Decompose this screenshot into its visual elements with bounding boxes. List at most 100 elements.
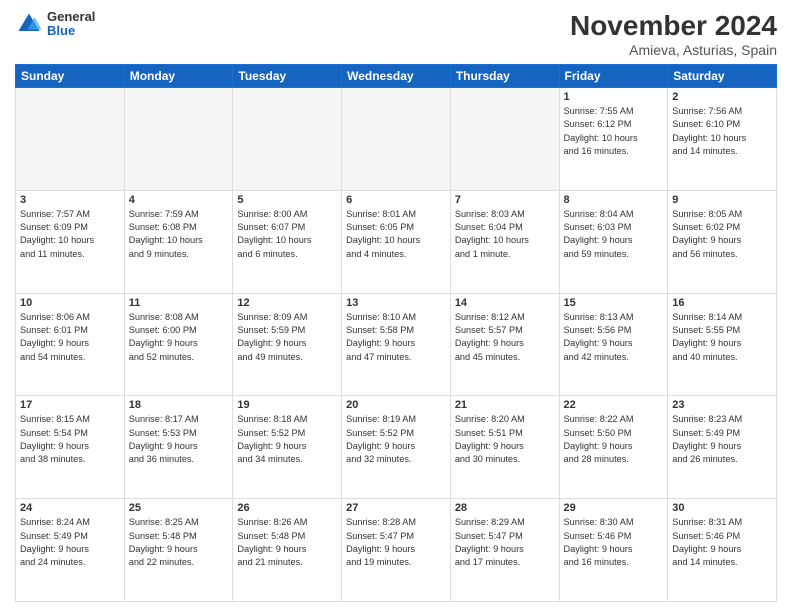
day-number: 15 xyxy=(564,297,664,309)
day-info: Sunrise: 7:55 AMSunset: 6:12 PMDaylight:… xyxy=(564,105,664,158)
day-number: 30 xyxy=(672,502,772,514)
day-info: Sunrise: 8:22 AMSunset: 5:50 PMDaylight:… xyxy=(564,413,664,466)
calendar-cell: 12 Sunrise: 8:09 AMSunset: 5:59 PMDayligh… xyxy=(233,293,342,396)
month-title: November 2024 xyxy=(570,10,777,42)
calendar-cell: 28Sunrise: 8:29 AMSunset: 5:47 PMDayligh… xyxy=(450,499,559,602)
day-number: 23 xyxy=(672,399,772,411)
calendar-table: SundayMondayTuesdayWednesdayThursdayFrid… xyxy=(15,64,777,602)
day-number: 17 xyxy=(20,399,120,411)
day-number: 6 xyxy=(346,194,446,206)
calendar-cell: 15 Sunrise: 8:13 AMSunset: 5:56 PMDayligh… xyxy=(559,293,668,396)
calendar-cell: 21 Sunrise: 8:20 AMSunset: 5:51 PMDayligh… xyxy=(450,396,559,499)
calendar-header-row: SundayMondayTuesdayWednesdayThursdayFrid… xyxy=(16,65,777,88)
calendar-week-3: 17 Sunrise: 8:15 AMSunset: 5:54 PMDayligh… xyxy=(16,396,777,499)
weekday-header-tuesday: Tuesday xyxy=(233,65,342,88)
day-number: 10 xyxy=(20,297,120,309)
day-info: Sunrise: 8:09 AMSunset: 5:59 PMDaylight:… xyxy=(237,311,337,364)
calendar-cell: 9Sunrise: 8:05 AMSunset: 6:02 PMDaylight… xyxy=(668,190,777,293)
day-number: 8 xyxy=(564,194,664,206)
calendar-cell: 27 Sunrise: 8:28 AMSunset: 5:47 PMDayligh… xyxy=(342,499,451,602)
calendar-cell: 6 Sunrise: 8:01 AMSunset: 6:05 PMDaylight… xyxy=(342,190,451,293)
calendar-cell xyxy=(16,88,125,191)
day-number: 20 xyxy=(346,399,446,411)
calendar-cell: 16 Sunrise: 8:14 AMSunset: 5:55 PMDayligh… xyxy=(668,293,777,396)
logo: General Blue xyxy=(15,10,95,39)
day-number: 21 xyxy=(455,399,555,411)
calendar-cell: 5Sunrise: 8:00 AMSunset: 6:07 PMDaylight… xyxy=(233,190,342,293)
day-info: Sunrise: 8:08 AMSunset: 6:00 PMDaylight:… xyxy=(129,311,229,364)
calendar-cell: 17 Sunrise: 8:15 AMSunset: 5:54 PMDayligh… xyxy=(16,396,125,499)
day-info: Sunrise: 8:28 AMSunset: 5:47 PMDaylight:… xyxy=(346,516,446,569)
calendar-cell: 11Sunrise: 8:08 AMSunset: 6:00 PMDayligh… xyxy=(124,293,233,396)
day-info: Sunrise: 8:24 AMSunset: 5:49 PMDaylight:… xyxy=(20,516,120,569)
calendar-cell: 8 Sunrise: 8:04 AMSunset: 6:03 PMDaylight… xyxy=(559,190,668,293)
calendar-cell: 13 Sunrise: 8:10 AMSunset: 5:58 PMDayligh… xyxy=(342,293,451,396)
day-number: 24 xyxy=(20,502,120,514)
logo-text: General Blue xyxy=(47,10,95,39)
day-number: 22 xyxy=(564,399,664,411)
calendar-week-2: 10 Sunrise: 8:06 AMSunset: 6:01 PMDayligh… xyxy=(16,293,777,396)
day-info: Sunrise: 8:06 AMSunset: 6:01 PMDaylight:… xyxy=(20,311,120,364)
day-number: 4 xyxy=(129,194,229,206)
calendar-cell xyxy=(342,88,451,191)
day-number: 27 xyxy=(346,502,446,514)
day-number: 28 xyxy=(455,502,555,514)
weekday-header-friday: Friday xyxy=(559,65,668,88)
calendar-cell xyxy=(124,88,233,191)
day-number: 19 xyxy=(237,399,337,411)
day-number: 7 xyxy=(455,194,555,206)
day-info: Sunrise: 8:10 AMSunset: 5:58 PMDaylight:… xyxy=(346,311,446,364)
calendar-cell: 7 Sunrise: 8:03 AMSunset: 6:04 PMDaylight… xyxy=(450,190,559,293)
calendar-cell: 23 Sunrise: 8:23 AMSunset: 5:49 PMDayligh… xyxy=(668,396,777,499)
logo-line2: Blue xyxy=(47,24,95,38)
day-number: 29 xyxy=(564,502,664,514)
weekday-header-wednesday: Wednesday xyxy=(342,65,451,88)
location: Amieva, Asturias, Spain xyxy=(570,42,777,58)
day-number: 26 xyxy=(237,502,337,514)
day-info: Sunrise: 8:12 AMSunset: 5:57 PMDaylight:… xyxy=(455,311,555,364)
day-number: 1 xyxy=(564,91,664,103)
day-number: 5 xyxy=(237,194,337,206)
day-number: 16 xyxy=(672,297,772,309)
calendar-cell: 24 Sunrise: 8:24 AMSunset: 5:49 PMDayligh… xyxy=(16,499,125,602)
day-info: Sunrise: 8:31 AMSunset: 5:46 PMDaylight:… xyxy=(672,516,772,569)
title-block: November 2024 Amieva, Asturias, Spain xyxy=(570,10,777,58)
day-number: 18 xyxy=(129,399,229,411)
day-info: Sunrise: 8:19 AMSunset: 5:52 PMDaylight:… xyxy=(346,413,446,466)
calendar-cell: 26Sunrise: 8:26 AMSunset: 5:48 PMDayligh… xyxy=(233,499,342,602)
day-info: Sunrise: 8:15 AMSunset: 5:54 PMDaylight:… xyxy=(20,413,120,466)
calendar-cell: 30 Sunrise: 8:31 AMSunset: 5:46 PMDayligh… xyxy=(668,499,777,602)
day-info: Sunrise: 8:03 AMSunset: 6:04 PMDaylight:… xyxy=(455,208,555,261)
day-info: Sunrise: 8:04 AMSunset: 6:03 PMDaylight:… xyxy=(564,208,664,261)
day-info: Sunrise: 8:23 AMSunset: 5:49 PMDaylight:… xyxy=(672,413,772,466)
calendar-cell: 19Sunrise: 8:18 AMSunset: 5:52 PMDayligh… xyxy=(233,396,342,499)
calendar-cell: 20 Sunrise: 8:19 AMSunset: 5:52 PMDayligh… xyxy=(342,396,451,499)
calendar-cell: 3 Sunrise: 7:57 AMSunset: 6:09 PMDaylight… xyxy=(16,190,125,293)
day-info: Sunrise: 8:30 AMSunset: 5:46 PMDaylight:… xyxy=(564,516,664,569)
day-info: Sunrise: 8:14 AMSunset: 5:55 PMDaylight:… xyxy=(672,311,772,364)
weekday-header-saturday: Saturday xyxy=(668,65,777,88)
calendar-week-4: 24 Sunrise: 8:24 AMSunset: 5:49 PMDayligh… xyxy=(16,499,777,602)
calendar-cell: 18Sunrise: 8:17 AMSunset: 5:53 PMDayligh… xyxy=(124,396,233,499)
day-number: 12 xyxy=(237,297,337,309)
day-info: Sunrise: 8:01 AMSunset: 6:05 PMDaylight:… xyxy=(346,208,446,261)
calendar-week-1: 3 Sunrise: 7:57 AMSunset: 6:09 PMDaylight… xyxy=(16,190,777,293)
day-number: 3 xyxy=(20,194,120,206)
day-info: Sunrise: 7:57 AMSunset: 6:09 PMDaylight:… xyxy=(20,208,120,261)
calendar-cell: 22 Sunrise: 8:22 AMSunset: 5:50 PMDayligh… xyxy=(559,396,668,499)
calendar-cell xyxy=(450,88,559,191)
day-info: Sunrise: 8:13 AMSunset: 5:56 PMDaylight:… xyxy=(564,311,664,364)
logo-line1: General xyxy=(47,10,95,24)
calendar-cell: 10 Sunrise: 8:06 AMSunset: 6:01 PMDayligh… xyxy=(16,293,125,396)
day-number: 14 xyxy=(455,297,555,309)
day-number: 13 xyxy=(346,297,446,309)
day-info: Sunrise: 8:05 AMSunset: 6:02 PMDaylight:… xyxy=(672,208,772,261)
calendar-cell: 14 Sunrise: 8:12 AMSunset: 5:57 PMDayligh… xyxy=(450,293,559,396)
day-info: Sunrise: 7:59 AMSunset: 6:08 PMDaylight:… xyxy=(129,208,229,261)
logo-icon xyxy=(15,10,43,38)
day-info: Sunrise: 8:20 AMSunset: 5:51 PMDaylight:… xyxy=(455,413,555,466)
calendar-cell xyxy=(233,88,342,191)
day-number: 2 xyxy=(672,91,772,103)
page: General Blue November 2024 Amieva, Astur… xyxy=(0,0,792,612)
calendar-cell: 4 Sunrise: 7:59 AMSunset: 6:08 PMDaylight… xyxy=(124,190,233,293)
